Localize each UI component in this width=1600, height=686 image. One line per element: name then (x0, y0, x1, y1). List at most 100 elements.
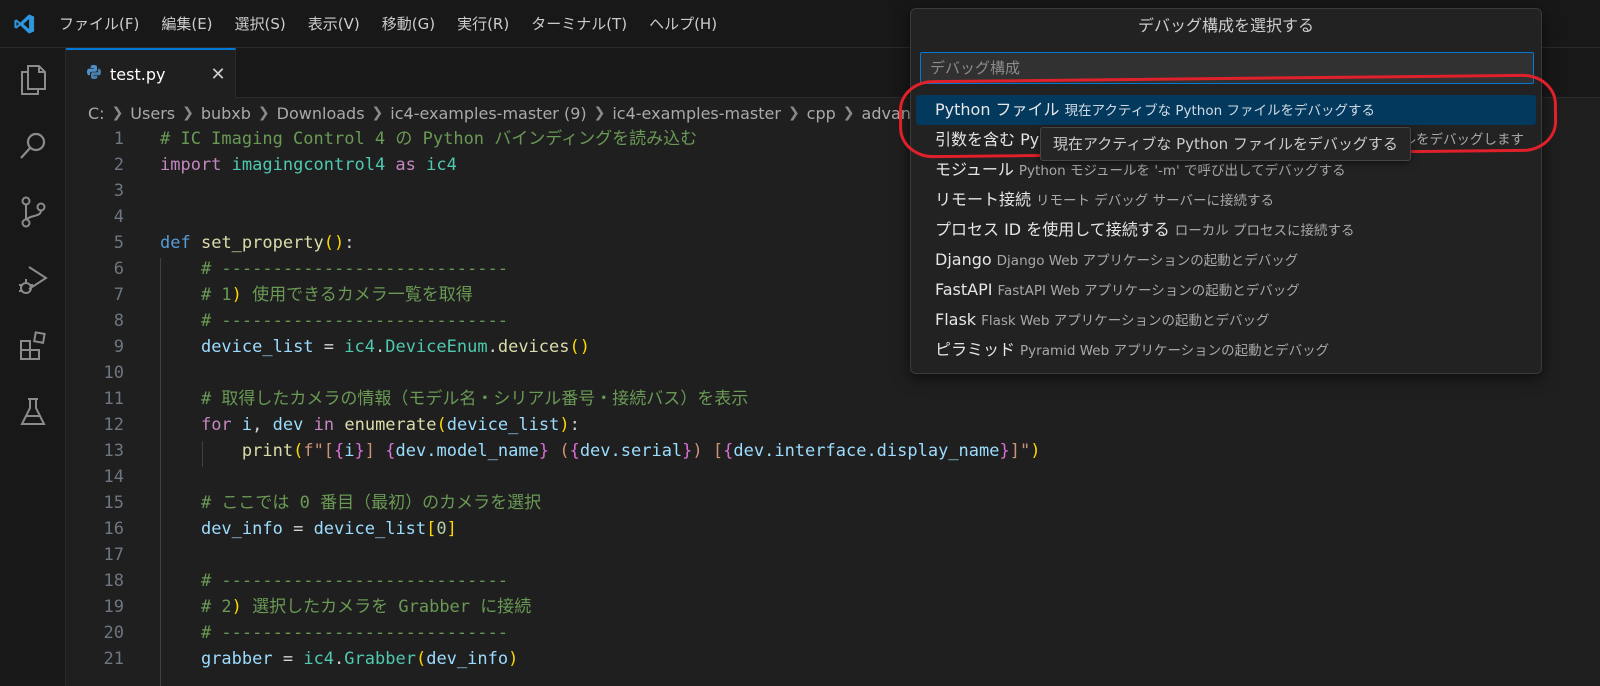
code-token: dev_info (426, 649, 509, 669)
code-token: : (569, 415, 580, 435)
code-token: } (682, 441, 693, 461)
quick-pick-item[interactable]: ピラミッド Pyramid Web アプリケーションの起動とデバッグ (916, 335, 1536, 365)
code-line: 11 # 取得したカメラの情報（モデル名・シリアル番号・接続バス）を表示 (66, 386, 1600, 412)
code-token: 選択したカメラを Grabber に接続 (241, 597, 532, 617)
menu-item[interactable]: 実行(R) (446, 0, 520, 48)
code-token: , (252, 415, 273, 435)
code-token: () (569, 337, 590, 357)
code-text: # 取得したカメラの情報（モデル名・シリアル番号・接続バス）を表示 (160, 386, 748, 412)
quick-pick-item-description: FastAPI Web アプリケーションの起動とデバッグ (997, 283, 1300, 299)
testing-icon[interactable] (13, 392, 53, 432)
code-text: for i, dev in enumerate(device_list): (160, 412, 580, 438)
code-token: . (374, 337, 386, 357)
code-token: = (282, 519, 314, 539)
quick-pick-item[interactable]: リモート接続 リモート デバッグ サーバーに接続する (916, 185, 1536, 215)
quick-pick-item-description: ローカル プロセスに接続する (1174, 223, 1355, 239)
source-control-icon[interactable] (13, 192, 53, 232)
breadcrumb-item[interactable]: Users (130, 104, 175, 123)
code-token: () (323, 233, 345, 253)
code-token: # ここでは 0 番目（最初）のカメラを選択 (160, 493, 542, 513)
breadcrumb-item[interactable]: cpp (807, 104, 836, 123)
code-text: print(f"[{i}] {dev.model_name} ({dev.ser… (160, 438, 1041, 464)
code-token: dev.serial (579, 441, 683, 461)
quick-pick-item-label: ピラミッド (935, 340, 1016, 359)
tab-test-py[interactable]: test.py ✕ (66, 48, 236, 98)
code-token: device_list (313, 519, 427, 539)
code-token: { (334, 441, 345, 461)
code-line: 13 print(f"[{i}] {dev.model_name} ({dev.… (66, 438, 1600, 464)
code-token: import (160, 155, 222, 175)
line-number: 20 (103, 623, 124, 643)
code-token: ) (231, 285, 242, 305)
menu-item[interactable]: 編集(E) (150, 0, 223, 48)
run-debug-icon[interactable] (13, 260, 53, 300)
code-token: ] (364, 441, 386, 461)
chevron-right-icon: ❯ (182, 105, 194, 121)
menu-item[interactable]: ターミナル(T) (520, 0, 638, 48)
code-token: ) (1030, 441, 1041, 461)
line-number: 7 (113, 285, 124, 305)
code-text: dev_info = device_list[0] (160, 516, 457, 542)
line-number: 3 (113, 181, 124, 201)
code-text: # ここでは 0 番目（最初）のカメラを選択 (160, 490, 541, 516)
code-token: ic4 (303, 649, 335, 669)
quick-pick-item-description: Python モジュールを '-m' で呼び出してデバッグする (1018, 163, 1346, 179)
code-token: device_list (446, 415, 560, 435)
line-number: 4 (113, 207, 124, 227)
line-number: 8 (113, 311, 124, 331)
debug-config-quick-pick: デバッグ構成を選択する Python ファイル現在アクティブな Python フ… (910, 8, 1542, 374)
code-token: # ---------------------------- (160, 311, 508, 331)
line-number: 13 (103, 441, 124, 461)
code-text: import imagingcontrol4 as ic4 (160, 152, 457, 178)
extensions-icon[interactable] (13, 326, 53, 366)
quick-pick-item-label: FastAPI (935, 280, 993, 299)
menu-item[interactable]: 移動(G) (371, 0, 446, 48)
menu-item[interactable]: 選択(S) (224, 0, 297, 48)
python-file-icon (86, 64, 102, 84)
code-token: imagingcontrol4 (221, 155, 396, 175)
quick-pick-item[interactable]: Django Django Web アプリケーションの起動とデバッグ (916, 245, 1536, 275)
code-token: . (487, 337, 498, 357)
breadcrumb-item[interactable]: ic4-examples-master (612, 104, 781, 123)
code-token: # ---------------------------- (160, 571, 508, 591)
quick-pick-item[interactable]: FastAPI FastAPI Web アプリケーションの起動とデバッグ (916, 275, 1536, 305)
line-number: 10 (103, 363, 124, 383)
menu-item[interactable]: ファイル(F) (48, 0, 150, 48)
close-icon[interactable]: ✕ (201, 64, 235, 85)
quick-pick-item-description: リモート デバッグ サーバーに接続する (1036, 193, 1274, 209)
code-token: ic4 (344, 337, 375, 357)
quick-pick-item[interactable]: プロセス ID を使用して接続する ローカル プロセスに接続する (916, 215, 1536, 245)
explorer-icon[interactable] (13, 60, 53, 100)
breadcrumb-item[interactable]: bubxb (201, 104, 251, 123)
code-text: device_list = ic4.DeviceEnum.devices() (160, 334, 590, 360)
code-token: ) (231, 597, 242, 617)
code-token: } (538, 441, 550, 461)
quick-pick-item-description: Django Web アプリケーションの起動とデバッグ (996, 253, 1299, 269)
code-token: # 2 (160, 597, 232, 617)
breadcrumb-item[interactable]: Downloads (277, 104, 365, 123)
code-token: set_property (200, 233, 324, 253)
code-token: ) [ (692, 441, 724, 461)
menu-item[interactable]: ヘルプ(H) (638, 0, 728, 48)
code-token: ( (436, 415, 447, 435)
quick-pick-item[interactable]: Flask Flask Web アプリケーションの起動とデバッグ (916, 305, 1536, 335)
quick-pick-item[interactable]: Python ファイル 現在アクティブな Python ファイルをデバッグする (916, 95, 1536, 125)
code-text: # IC Imaging Control 4 の Python バインディングを… (160, 126, 697, 152)
quick-pick-input[interactable] (920, 52, 1534, 84)
breadcrumb-item[interactable]: ic4-examples-master (9) (390, 104, 586, 123)
code-text: # ---------------------------- (160, 256, 508, 282)
search-icon[interactable] (13, 126, 53, 166)
code-token: } (354, 441, 365, 461)
breadcrumb-item[interactable]: C: (88, 104, 105, 123)
code-token: ic4 (415, 155, 457, 175)
menu-item[interactable]: 表示(V) (297, 0, 371, 48)
line-number: 15 (103, 493, 124, 513)
code-token: # ---------------------------- (160, 623, 508, 643)
code-text: # ---------------------------- (160, 620, 508, 646)
